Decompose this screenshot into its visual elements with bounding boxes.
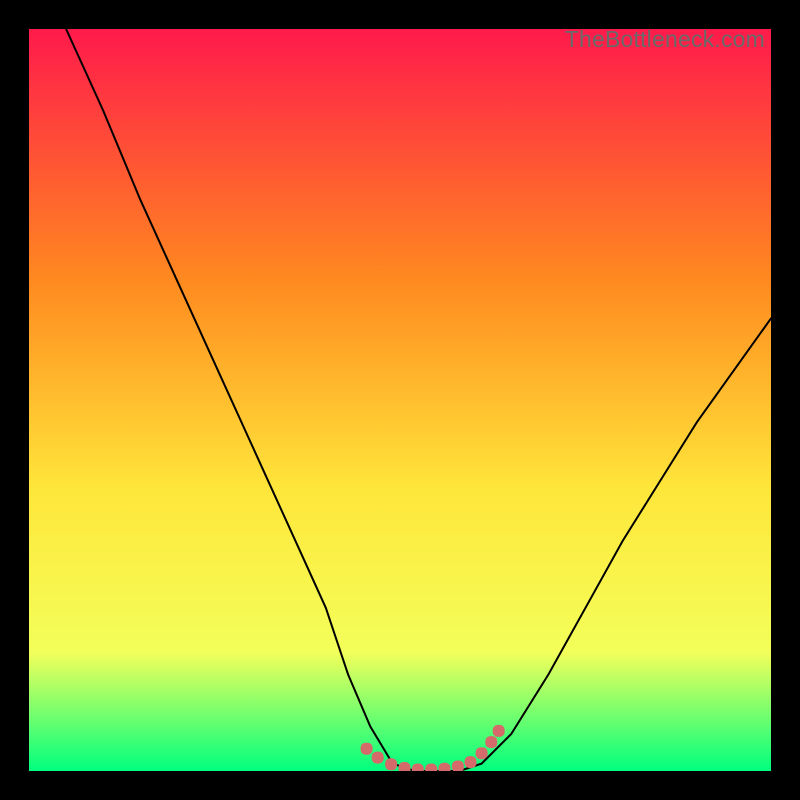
curve-marker (452, 761, 464, 772)
curve-marker (439, 763, 451, 771)
curve-marker (372, 752, 384, 764)
curve-marker (465, 756, 477, 768)
watermark-text: TheBottleneck.com (565, 26, 765, 53)
chart-frame: TheBottleneck.com (13, 13, 787, 787)
gradient-background (29, 29, 771, 771)
curve-marker (361, 743, 373, 755)
curve-marker (485, 736, 497, 748)
bottleneck-chart (29, 29, 771, 771)
curve-marker (493, 725, 505, 737)
curve-marker (399, 762, 411, 771)
curve-marker (476, 747, 488, 759)
curve-marker (385, 758, 397, 770)
plot-area: TheBottleneck.com (29, 29, 771, 771)
